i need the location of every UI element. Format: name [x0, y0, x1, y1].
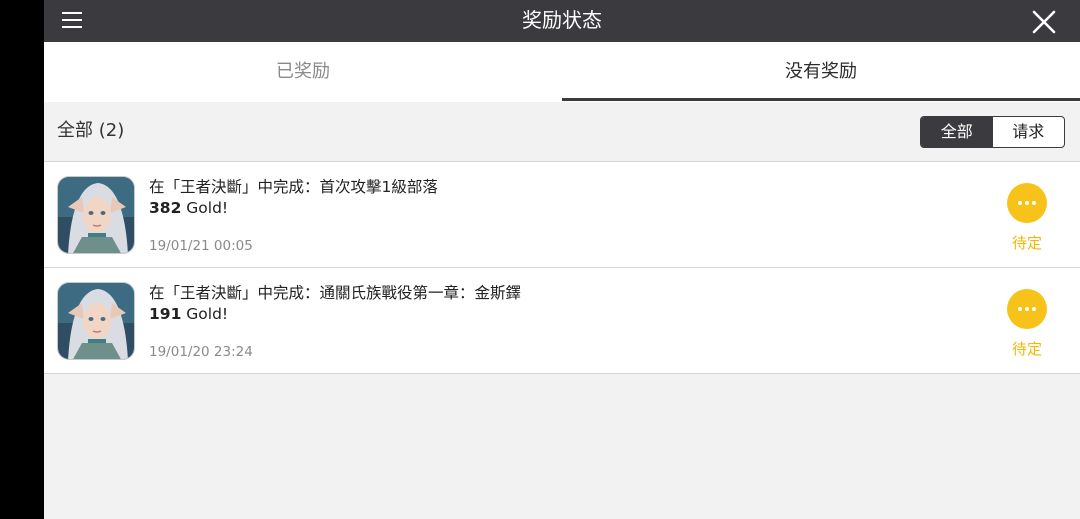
reward-status-screen: 奖励状态 已奖励 没有奖励 全部 (2) 全部 请求 在「王者決斷」中完成：首次… — [44, 0, 1080, 519]
filter-segmented-control: 全部 请求 — [920, 116, 1065, 148]
filter-bar: 全部 (2) 全部 请求 — [44, 102, 1080, 162]
ellipsis-dot — [1018, 307, 1022, 311]
list-item[interactable]: 在「王者決斷」中完成：通關氏族戰役第一章：金斯鐸 191 Gold! 19/01… — [44, 268, 1080, 374]
reward-list: 在「王者決斷」中完成：首次攻擊1級部落 382 Gold! 19/01/21 0… — [44, 161, 1080, 374]
pending-status-button[interactable] — [1007, 183, 1047, 223]
close-icon[interactable] — [1031, 9, 1057, 35]
status-label: 待定 — [1011, 340, 1042, 358]
ellipsis-dot — [1018, 201, 1022, 205]
tab-bar: 已奖励 没有奖励 — [44, 42, 1080, 102]
reward-amount-line: 382 Gold! — [149, 199, 228, 217]
tab-rewarded[interactable]: 已奖励 — [44, 42, 562, 102]
filter-all-button[interactable]: 全部 — [921, 117, 993, 147]
reward-title: 在「王者決斷」中完成：首次攻擊1級部落 — [149, 178, 438, 196]
reward-currency: Gold! — [186, 305, 229, 323]
reward-currency: Gold! — [186, 199, 229, 217]
ellipsis-dot — [1032, 201, 1036, 205]
reward-title: 在「王者決斷」中完成：通關氏族戰役第一章：金斯鐸 — [149, 284, 522, 302]
pending-status-button[interactable] — [1007, 289, 1047, 329]
status-label: 待定 — [1011, 234, 1042, 252]
reward-amount-line: 191 Gold! — [149, 305, 228, 323]
reward-amount: 191 — [149, 305, 182, 323]
page-title: 奖励状态 — [522, 8, 602, 32]
game-avatar-image — [57, 176, 135, 254]
game-avatar-image — [57, 282, 135, 360]
ellipsis-dot — [1025, 201, 1029, 205]
list-item[interactable]: 在「王者決斷」中完成：首次攻擊1級部落 382 Gold! 19/01/21 0… — [44, 162, 1080, 268]
reward-date: 19/01/20 23:24 — [149, 344, 253, 360]
reward-amount: 382 — [149, 199, 182, 217]
ellipsis-dot — [1032, 307, 1036, 311]
reward-date: 19/01/21 00:05 — [149, 238, 253, 254]
tab-not-rewarded[interactable]: 没有奖励 — [562, 42, 1080, 102]
active-tab-indicator — [562, 98, 1080, 101]
ellipsis-dot — [1025, 307, 1029, 311]
title-bar: 奖励状态 — [44, 0, 1080, 42]
filter-count-label: 全部 (2) — [57, 120, 125, 141]
filter-request-button[interactable]: 请求 — [993, 117, 1065, 147]
